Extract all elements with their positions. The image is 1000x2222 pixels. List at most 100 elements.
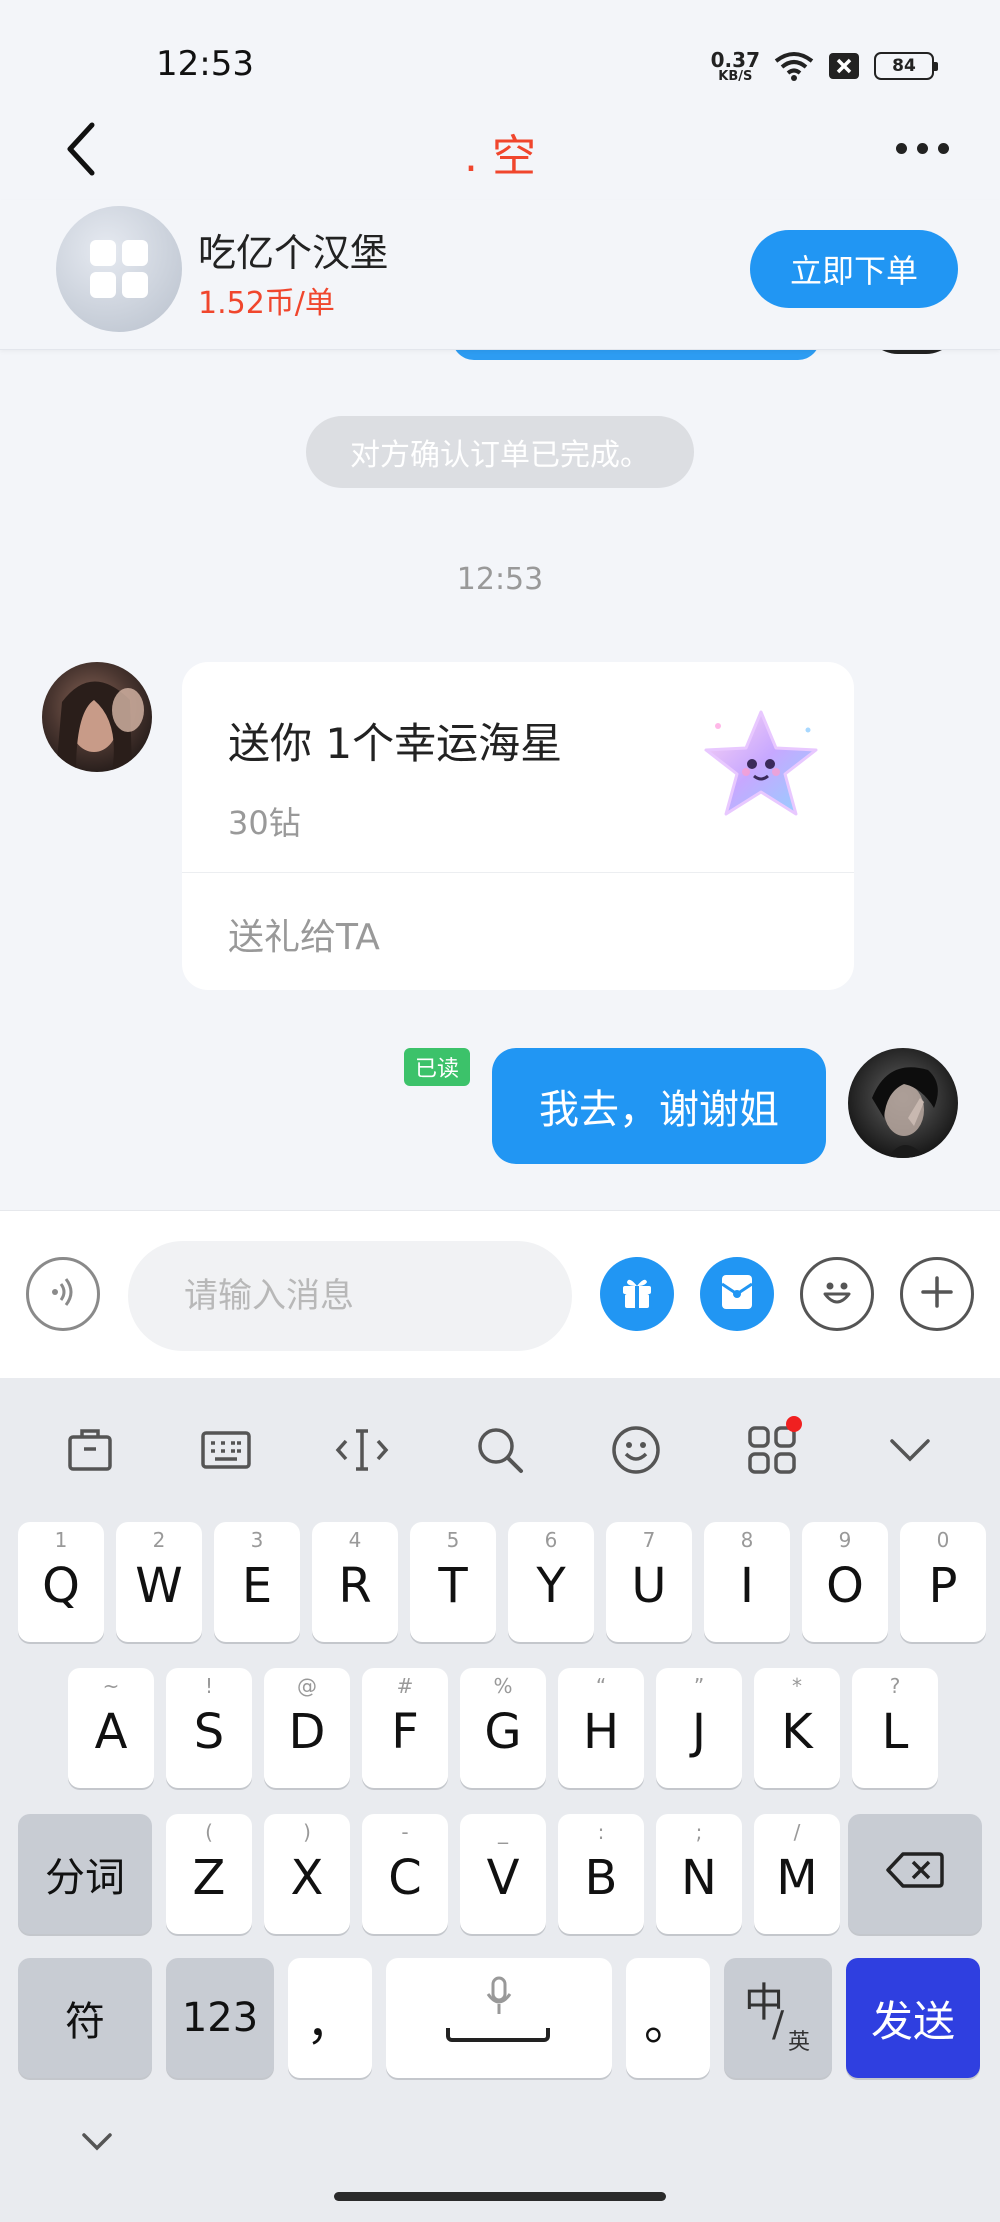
chat-title: . 空 <box>464 131 536 182</box>
key-l[interactable]: ? L <box>852 1668 938 1788</box>
more-actions-button[interactable] <box>900 1257 974 1331</box>
key-h[interactable]: “H <box>558 1668 644 1788</box>
key-o[interactable]: 9O <box>802 1522 888 1642</box>
key-g[interactable]: % G <box>460 1668 546 1788</box>
apps-grid-icon <box>746 1424 798 1476</box>
system-message: 对方确认订单已完成。 <box>306 416 694 488</box>
voice-button[interactable] <box>26 1257 100 1331</box>
no-sim-icon <box>828 52 860 80</box>
product-name: 吃亿个汉堡 <box>198 231 389 275</box>
collapse-toolbar-tool[interactable] <box>878 1418 942 1482</box>
status-time: 12:53 <box>156 44 254 84</box>
key-f[interactable]: # F <box>362 1668 448 1788</box>
product-bar: 吃亿个汉堡 1.52币/单 立即下单 <box>0 200 1000 350</box>
network-speed: 0.37 KB/S <box>711 50 760 83</box>
gift-icon <box>617 1272 657 1316</box>
backspace-key[interactable] <box>848 1814 982 1934</box>
key-u[interactable]: 7U <box>606 1522 692 1642</box>
apps-tool[interactable] <box>740 1416 804 1482</box>
key-s[interactable]: ! S <box>166 1668 252 1788</box>
key-v[interactable]: _ V <box>460 1814 546 1934</box>
key-e[interactable]: 3E <box>214 1522 300 1642</box>
mic-icon <box>486 1972 512 2028</box>
chevron-down-icon <box>888 1435 932 1465</box>
emoji-tool[interactable] <box>604 1418 668 1482</box>
smiley-icon <box>610 1424 662 1476</box>
space-key[interactable] <box>386 1958 612 2078</box>
key-p[interactable]: 0P <box>900 1522 986 1642</box>
search-tool[interactable] <box>468 1418 532 1482</box>
message-input[interactable] <box>128 1241 572 1351</box>
segment-key[interactable]: 分词 <box>18 1814 152 1934</box>
key-k[interactable]: * K <box>754 1668 840 1788</box>
symbol-key[interactable]: 符 <box>18 1958 152 2078</box>
key-d[interactable]: @ D <box>264 1668 350 1788</box>
battery-indicator: 84 <box>874 52 938 80</box>
order-now-button[interactable]: 立即下单 <box>750 230 958 308</box>
key-n[interactable]: ; N <box>656 1814 742 1934</box>
network-speed-value: 0.37 <box>710 47 760 72</box>
language-separator: / <box>772 2004 785 2045</box>
send-gift-link[interactable]: 送礼给TA <box>228 908 380 960</box>
key-j[interactable]: ” J <box>656 1668 742 1788</box>
send-key[interactable]: 发送 <box>846 1958 980 2078</box>
product-price: 1.52币/单 <box>198 286 335 321</box>
number-key[interactable]: 123 <box>166 1958 274 2078</box>
cursor-move-icon <box>334 1425 390 1475</box>
keyboard-layout-tool[interactable] <box>194 1418 258 1482</box>
collapse-keyboard-button[interactable] <box>72 2124 122 2164</box>
chevron-down-icon <box>80 2131 114 2157</box>
key-i[interactable]: 8I <box>704 1522 790 1642</box>
keyboard: 1Q 2W 3E 4R 5T 6Y 7U 8I 9O 0P ~ A ! S @ D #… <box>0 1378 1000 2222</box>
read-badge: 已读 <box>404 1048 470 1086</box>
status-bar: 12:53 0.37 KB/S 84 <box>0 0 1000 100</box>
comma-key[interactable]: ， <box>288 1958 372 2078</box>
key-z[interactable]: (Z <box>166 1814 252 1934</box>
key-q[interactable]: 1Q <box>18 1522 104 1642</box>
backspace-icon <box>885 1846 945 1902</box>
gift-message-card[interactable]: 送你 1个幸运海星 30钻 送礼给TA <box>182 662 854 990</box>
key-t[interactable]: 5T <box>410 1522 496 1642</box>
key-b[interactable]: :B <box>558 1814 644 1934</box>
chat-header: . 空 <box>0 100 1000 200</box>
home-indicator[interactable] <box>334 2192 666 2201</box>
key-r[interactable]: 4R <box>312 1522 398 1642</box>
status-indicators: 0.37 KB/S 84 <box>711 48 938 84</box>
product-avatar[interactable] <box>56 206 182 332</box>
gift-divider <box>182 872 854 873</box>
more-dots-icon <box>895 142 949 154</box>
gift-button[interactable] <box>600 1257 674 1331</box>
message-input-bar <box>0 1210 1000 1378</box>
plus-icon <box>917 1272 957 1316</box>
more-button[interactable] <box>882 128 962 168</box>
language-alt-label: 英 <box>788 2030 811 2055</box>
key-x[interactable]: ) X <box>264 1814 350 1934</box>
space-icon <box>446 2028 550 2042</box>
contact-avatar[interactable] <box>42 662 152 772</box>
keyboard-toolbar <box>0 1378 1000 1518</box>
language-switch-key[interactable]: 中 / 英 <box>724 1958 832 2078</box>
cursor-tool[interactable] <box>330 1418 394 1482</box>
key-a[interactable]: ~ A <box>68 1668 154 1788</box>
gift-price: 30钻 <box>228 804 301 842</box>
key-c[interactable]: -C <box>362 1814 448 1934</box>
red-packet-icon <box>719 1272 755 1316</box>
smiley-icon <box>815 1270 859 1318</box>
my-message-bubble[interactable]: 我去，谢谢姐 <box>492 1048 826 1164</box>
key-m[interactable]: / M <box>754 1814 840 1934</box>
clipboard-icon <box>65 1425 115 1475</box>
search-icon <box>474 1424 526 1476</box>
keyboard-icon <box>200 1428 252 1472</box>
voice-icon <box>43 1272 83 1316</box>
chat-timestamp: 12:53 <box>456 562 544 597</box>
clipboard-tool[interactable] <box>58 1418 122 1482</box>
lucky-starfish-image <box>696 702 826 832</box>
emoji-button[interactable] <box>800 1257 874 1331</box>
wifi-icon <box>774 51 814 81</box>
my-avatar[interactable] <box>848 1048 958 1158</box>
period-key[interactable]: 。 <box>626 1958 710 2078</box>
notification-dot <box>786 1416 802 1432</box>
red-packet-button[interactable] <box>700 1257 774 1331</box>
key-y[interactable]: 6Y <box>508 1522 594 1642</box>
key-w[interactable]: 2W <box>116 1522 202 1642</box>
